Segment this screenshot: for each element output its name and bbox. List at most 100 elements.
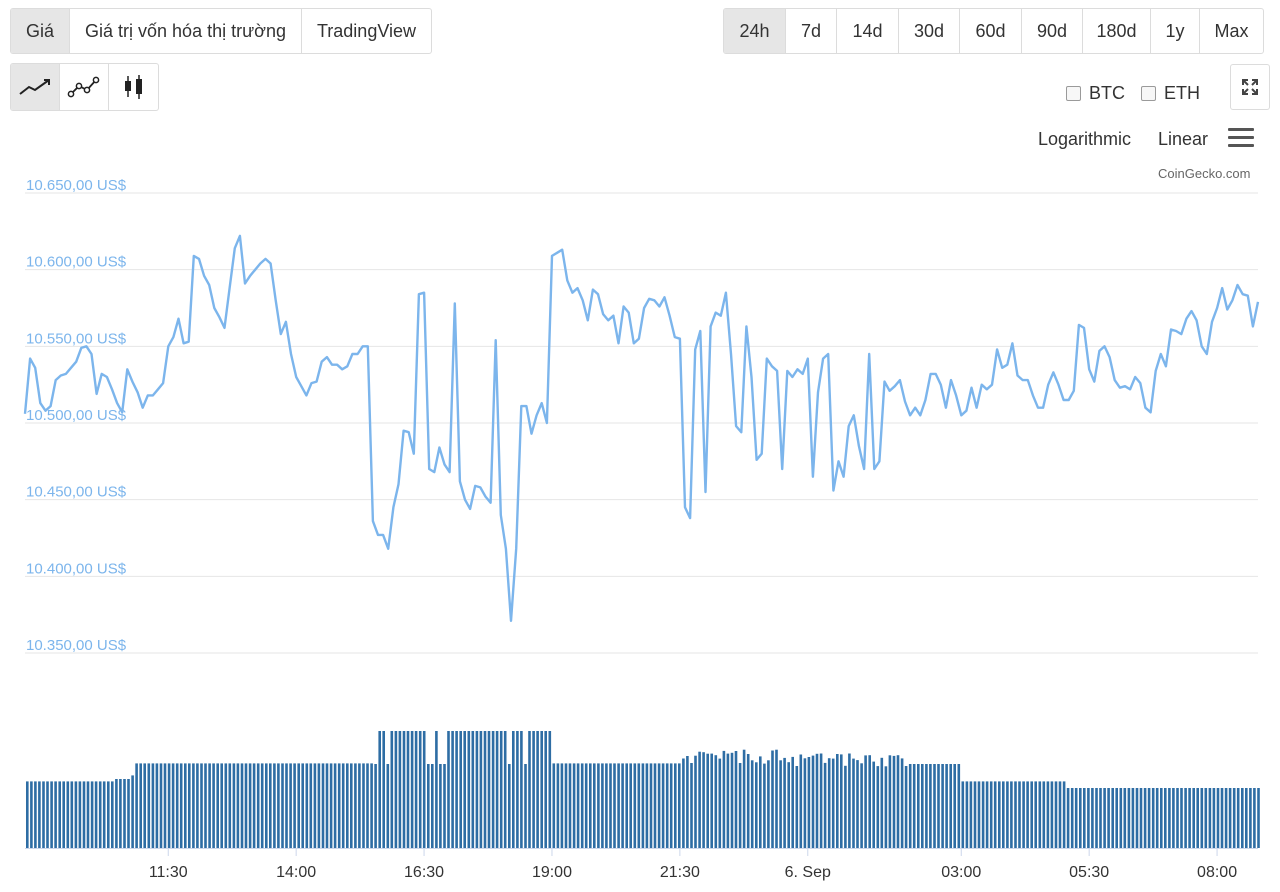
volume-bar: [317, 763, 321, 848]
volume-bar: [1115, 788, 1118, 848]
volume-bar: [102, 781, 106, 848]
volume-bar: [204, 763, 207, 848]
volume-bar: [394, 731, 398, 848]
volume-bar: [503, 731, 507, 848]
volume-bar: [779, 760, 782, 848]
volume-bar: [1111, 788, 1114, 848]
volume-bar: [1192, 788, 1195, 848]
volume-bar: [78, 781, 82, 848]
volume-bar: [216, 763, 219, 848]
volume-bar: [427, 764, 430, 848]
volume-bar: [892, 755, 896, 848]
volume-bar: [26, 781, 29, 848]
volume-bar: [904, 766, 908, 848]
volume-bar: [961, 781, 965, 848]
volume-bar: [508, 764, 511, 848]
volume-bar: [1151, 788, 1155, 848]
volume-bar: [750, 760, 754, 848]
volume-bar: [872, 761, 875, 848]
volume-bar: [1172, 788, 1175, 848]
volume-bar: [171, 763, 175, 848]
volume-bar: [42, 781, 45, 848]
volume-bar: [1079, 788, 1082, 848]
volume-bar: [949, 764, 952, 848]
volume-bar: [414, 731, 418, 848]
volume-bar: [564, 763, 568, 848]
volume-bar: [54, 781, 57, 848]
volume-bar: [621, 763, 624, 848]
volume-bar: [981, 781, 985, 848]
volume-bar: [957, 764, 961, 848]
volume-bar: [1160, 788, 1163, 848]
volume-bar: [941, 764, 944, 848]
volume-bar: [706, 753, 709, 848]
volume-bar: [1058, 781, 1062, 848]
volume-bar: [1042, 781, 1046, 848]
volume-bar: [1119, 788, 1123, 848]
volume-bar: [775, 749, 778, 848]
volume-bar: [1074, 788, 1078, 848]
volume-bar: [653, 763, 657, 848]
volume-bar: [799, 754, 803, 848]
volume-bar: [730, 752, 734, 848]
volume-bar: [94, 781, 98, 848]
volume-bar: [167, 763, 171, 848]
volume-bar: [228, 763, 232, 848]
volume-bar: [1091, 788, 1094, 848]
volume-bar: [1257, 788, 1260, 848]
volume-bar: [98, 781, 102, 848]
volume-bar: [1208, 788, 1212, 848]
volume-bar: [1216, 788, 1220, 848]
volume-bar: [1253, 788, 1256, 848]
x-tick-label: 19:00: [532, 864, 572, 881]
volume-bar: [248, 763, 252, 848]
volume-bar: [880, 757, 884, 848]
y-tick-label: 10.550,00 US$: [26, 330, 127, 347]
volume-bar: [1232, 788, 1236, 848]
volume-bar: [993, 781, 997, 848]
volume-bar: [629, 763, 632, 848]
volume-bar: [722, 750, 726, 848]
volume-bar: [755, 762, 758, 848]
volume-bar: [1236, 788, 1240, 848]
volume-bar: [418, 731, 422, 848]
volume-bar: [1006, 781, 1009, 848]
volume-bar: [665, 763, 669, 848]
volume-bar: [1123, 788, 1127, 848]
volume-bar: [803, 758, 807, 848]
volume-bar: [325, 763, 329, 848]
volume-bar: [301, 763, 304, 848]
volume-bar: [175, 763, 179, 848]
volume-bar: [1139, 788, 1143, 848]
volume-bar: [791, 756, 794, 848]
volume-bar: [1168, 788, 1171, 848]
volume-bar: [1196, 788, 1199, 848]
volume-bar: [184, 763, 187, 848]
volume-bar: [552, 763, 556, 848]
volume-bar: [309, 763, 313, 848]
volume-bar: [1135, 788, 1139, 848]
volume-bar: [831, 758, 835, 848]
volume-bar: [260, 763, 264, 848]
volume-bar: [1103, 788, 1106, 848]
volume-bar: [900, 758, 904, 848]
volume-bar: [232, 763, 236, 848]
volume-bar: [38, 781, 41, 848]
volume-bar: [560, 763, 564, 848]
volume-bar: [661, 763, 665, 848]
volume-bar: [1245, 788, 1248, 848]
volume-bar: [929, 764, 932, 848]
volume-bar: [402, 731, 406, 848]
volume-bar: [868, 755, 871, 848]
volume-bar: [714, 755, 718, 848]
volume-bar: [726, 753, 730, 848]
volume-bar: [702, 752, 705, 848]
volume-bar: [30, 781, 33, 848]
volume-bar: [313, 763, 317, 848]
volume-bar: [649, 763, 653, 848]
volume-bar: [645, 763, 649, 848]
volume-bar: [252, 763, 256, 848]
volume-bar: [718, 758, 722, 848]
y-tick-label: 10.500,00 US$: [26, 407, 127, 424]
volume-bar: [917, 764, 920, 848]
